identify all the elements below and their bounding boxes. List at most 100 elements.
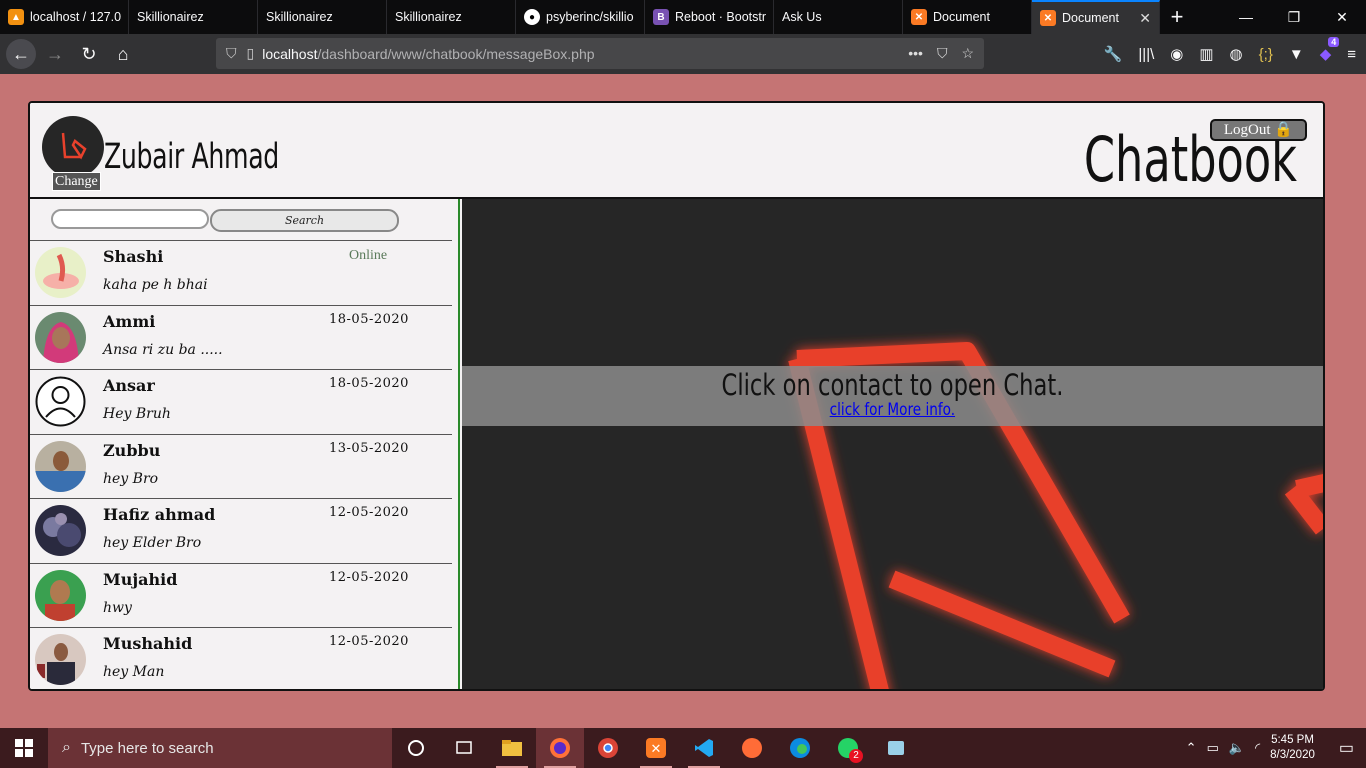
windows-start-button[interactable]	[0, 728, 48, 768]
shield-icon[interactable]: ⛉	[226, 45, 237, 62]
contact-date: 13-05-2020	[329, 440, 409, 456]
back-arrow-icon[interactable]: ←	[6, 39, 36, 69]
browser-tab[interactable]: ▲ localhost / 127.0	[0, 0, 129, 34]
notification-icon[interactable]: ▭	[1339, 738, 1354, 758]
postman-icon[interactable]	[728, 728, 776, 768]
clock[interactable]: 5:45 PM 8/3/2020	[1270, 733, 1315, 763]
browser-tab[interactable]: Skillionairez	[258, 0, 387, 34]
json-extension-icon[interactable]: {;}	[1259, 46, 1273, 63]
contact-item[interactable]: Zubbu 13-05-2020 hey Bro	[30, 435, 452, 499]
browser-tab[interactable]: ● psyberinc/skillio	[516, 0, 645, 34]
pocket-icon[interactable]: ⛉	[937, 45, 948, 62]
chrome-icon[interactable]	[584, 728, 632, 768]
logout-button[interactable]: LogOut 🔒	[1209, 119, 1307, 141]
browser-tab[interactable]: Skillionairez	[387, 0, 516, 34]
tab-label: Document	[1062, 11, 1119, 25]
tab-label: Skillionairez	[266, 10, 333, 24]
contact-date: 12-05-2020	[329, 569, 409, 585]
search-row: Search	[30, 199, 452, 241]
profile-avatar	[42, 116, 104, 178]
new-tab-button[interactable]: +	[1160, 0, 1194, 34]
contact-last-message: Hey Bruh	[103, 406, 171, 422]
phpmyadmin-icon: ▲	[8, 9, 24, 25]
contact-item[interactable]: Shashi Online kaha pe h bhai	[30, 241, 452, 306]
forward-arrow-icon[interactable]: →	[40, 39, 70, 69]
whatsapp-icon[interactable]: 2	[824, 728, 872, 768]
edge-icon[interactable]	[776, 728, 824, 768]
contact-item[interactable]: Ammi 18-05-2020 Ansa ri zu ba .....	[30, 306, 452, 370]
taskbar-search-placeholder: Type here to search	[80, 739, 214, 757]
contact-item[interactable]: Mujahid 12-05-2020 hwy	[30, 564, 452, 628]
file-explorer-icon[interactable]	[488, 728, 536, 768]
extension-icon[interactable]: ◍	[1230, 45, 1243, 63]
bookmark-star-icon[interactable]: ☆	[961, 45, 974, 62]
github-icon: ●	[524, 9, 540, 25]
url-path: /dashboard/www/chatbook/messageBox.php	[317, 45, 595, 62]
xampp-icon[interactable]: ✕	[632, 728, 680, 768]
change-photo-button[interactable]: Change	[52, 172, 101, 191]
browser-tab-active[interactable]: ✕ Document ✕	[1032, 0, 1160, 34]
extension-badge-count: 4	[1328, 37, 1340, 47]
url-bar[interactable]: ⛉ ▯ localhost/dashboard/www/chatbook/mes…	[216, 38, 984, 69]
contact-date: 18-05-2020	[329, 376, 409, 391]
browser-nav-bar: ← → ↻ ⌂ ⛉ ▯ localhost/dashboard/www/chat…	[0, 34, 1366, 74]
contact-name: Zubbu	[103, 440, 161, 460]
contact-item[interactable]: Ansar 18-05-2020 Hey Bruh	[30, 370, 452, 435]
minimize-icon[interactable]: —	[1222, 0, 1270, 34]
logout-label: LogOut	[1223, 122, 1271, 138]
firefox-icon[interactable]	[536, 728, 584, 768]
menu-icon[interactable]: ≡	[1347, 46, 1356, 63]
extension-icon[interactable]: ▥	[1199, 45, 1213, 63]
close-window-icon[interactable]: ✕	[1318, 0, 1366, 34]
browser-tab[interactable]: Ask Us	[774, 0, 903, 34]
clock-date: 8/3/2020	[1270, 749, 1315, 761]
taskbar-search[interactable]: ⌕ Type here to search	[48, 728, 392, 768]
avatar	[35, 376, 86, 427]
page-actions-icon[interactable]: •••	[908, 45, 923, 62]
home-icon[interactable]: ⌂	[108, 39, 138, 69]
contact-last-message: kaha pe h bhai	[103, 277, 208, 293]
contact-name: Hafiz ahmad	[103, 505, 216, 524]
contact-name: Ammi	[103, 311, 156, 331]
contact-date: 12-05-2020	[329, 634, 409, 649]
windows-logo-icon	[15, 739, 33, 757]
clock-time: 5:45 PM	[1271, 734, 1314, 746]
library-icon[interactable]: |||\	[1138, 46, 1154, 63]
chevron-up-icon[interactable]: ⌃	[1186, 740, 1197, 756]
search-input[interactable]	[51, 209, 209, 229]
vscode-icon[interactable]	[680, 728, 728, 768]
contact-last-message: hwy	[103, 599, 132, 616]
cortana-icon[interactable]	[392, 728, 440, 768]
restore-icon[interactable]: ❐	[1270, 0, 1318, 34]
chat-placeholder-banner: Click on contact to open Chat. click for…	[462, 366, 1323, 426]
reload-icon[interactable]: ↻	[74, 39, 104, 69]
task-view-icon[interactable]	[440, 728, 488, 768]
chatbook-app: Change Zubair Ahmad Chatbook LogOut 🔒 Se…	[28, 101, 1325, 691]
vue-devtools-icon[interactable]: ▼	[1289, 46, 1304, 63]
xampp-icon: ✕	[911, 9, 927, 25]
browser-tab[interactable]: ✕ Document	[903, 0, 1032, 34]
avatar	[35, 311, 86, 363]
tab-label: psyberinc/skillio	[546, 10, 634, 24]
contact-item[interactable]: Hafiz ahmad 12-05-2020 hey Elder Bro	[30, 499, 452, 564]
tab-label: Ask Us	[782, 10, 822, 24]
browser-tab-bar: ▲ localhost / 127.0 Skillionairez Skilli…	[0, 0, 1366, 34]
avatar	[35, 634, 86, 685]
svg-text:✕: ✕	[651, 742, 662, 757]
account-icon[interactable]: ◉	[1170, 45, 1183, 63]
search-button[interactable]: Search	[210, 209, 399, 232]
extension-badge-icon[interactable]: ◆ 4	[1320, 37, 1340, 63]
browser-tab[interactable]: B Reboot · Bootstr	[645, 0, 774, 34]
close-tab-icon[interactable]: ✕	[1139, 10, 1151, 27]
contact-item[interactable]: Mushahid 12-05-2020 hey Man	[30, 628, 452, 689]
battery-icon[interactable]: ▭	[1207, 740, 1219, 756]
wrench-icon[interactable]: 🔧	[1104, 45, 1123, 63]
more-info-link[interactable]: click for More info.	[830, 400, 955, 420]
app-icon[interactable]	[872, 728, 920, 768]
browser-tab[interactable]: Skillionairez	[129, 0, 258, 34]
wifi-icon[interactable]: ◜	[1255, 740, 1260, 756]
contact-last-message: hey Man	[103, 664, 165, 680]
default-user-icon	[35, 376, 86, 427]
volume-icon[interactable]: 🔈	[1229, 740, 1245, 756]
tab-label: Document	[933, 10, 990, 24]
